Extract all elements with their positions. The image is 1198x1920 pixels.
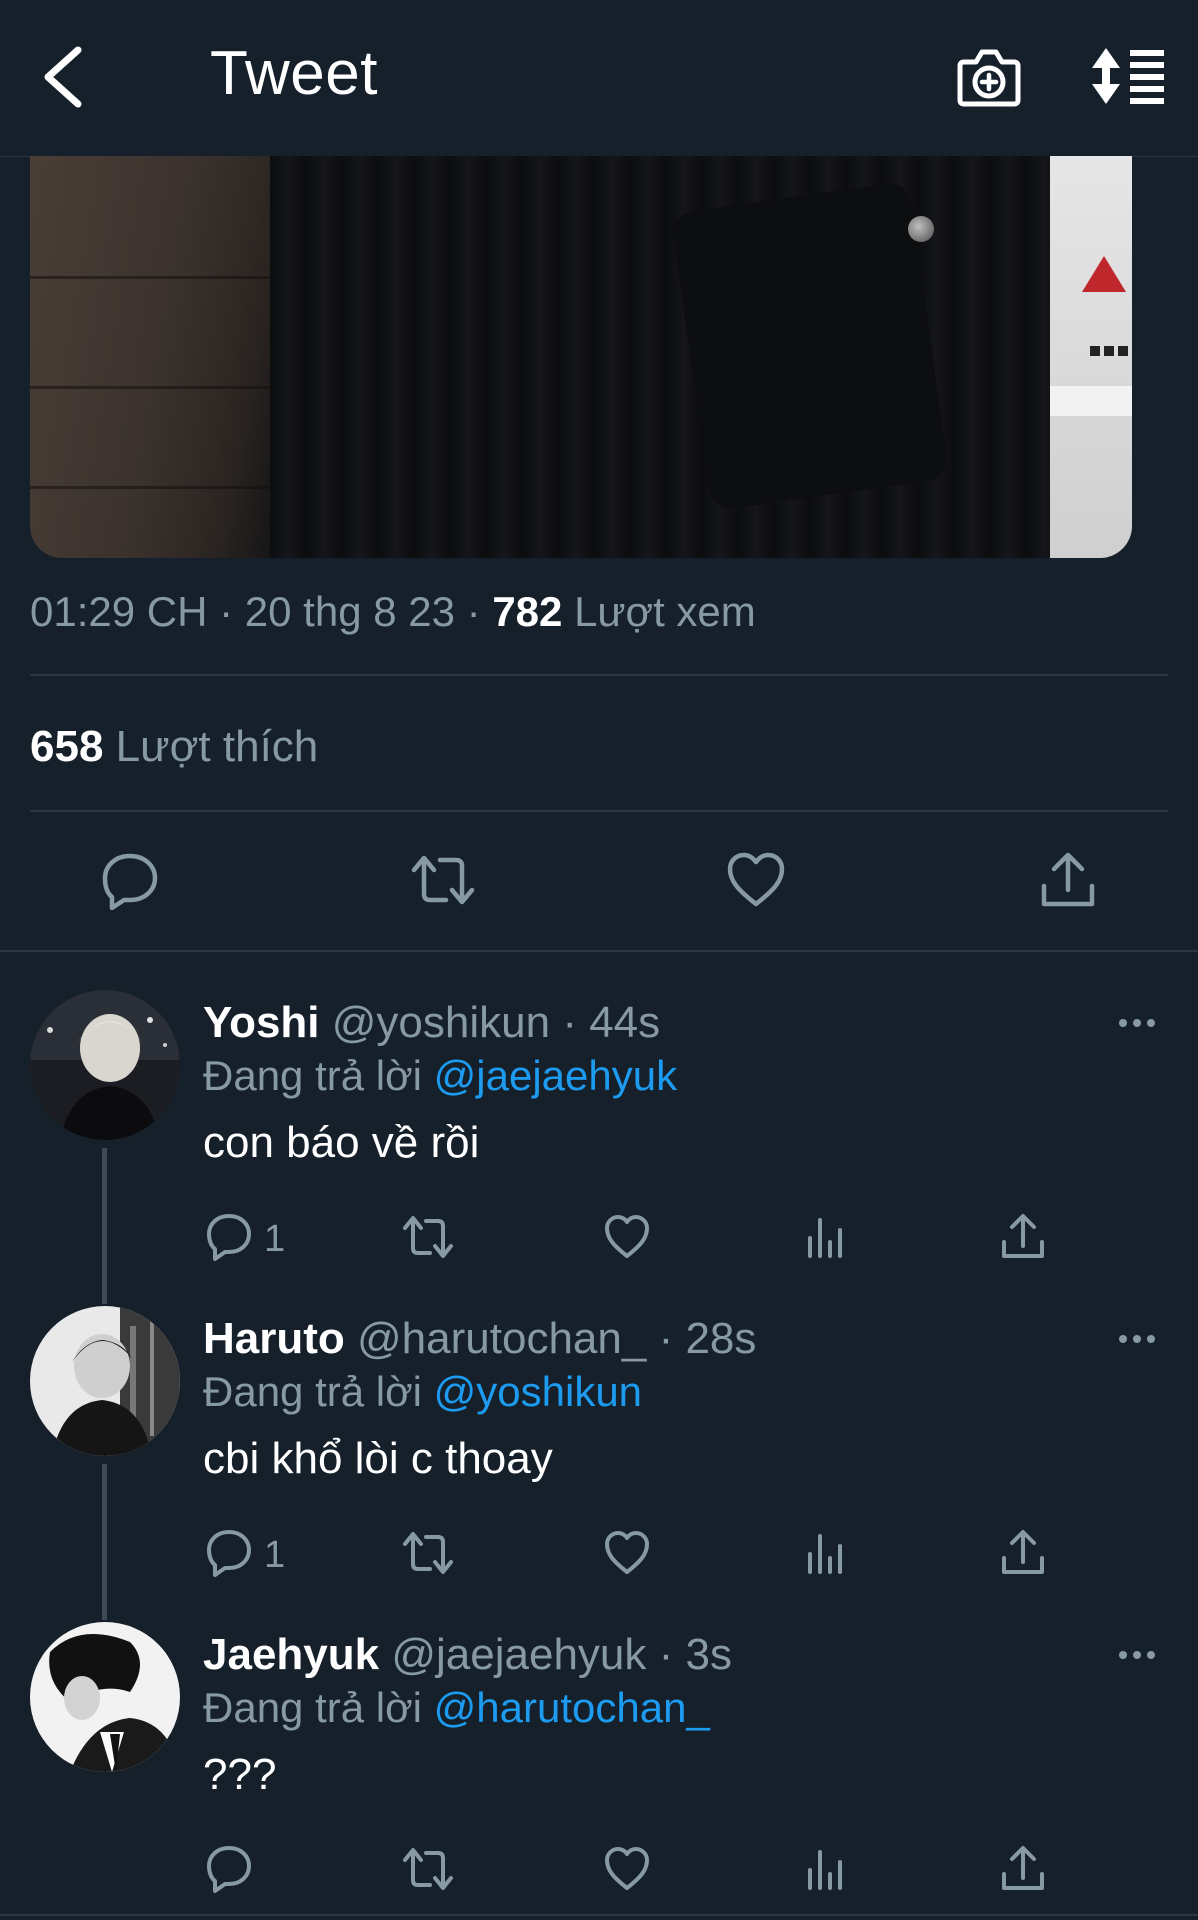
replying-to: Đang trả lời @jaejaehyuk: [203, 1052, 678, 1099]
display-name[interactable]: Yoshi: [203, 998, 320, 1047]
avatar[interactable]: [30, 1306, 180, 1456]
mention-link[interactable]: @yoshikun: [434, 1368, 642, 1415]
reply-time: · 44s: [562, 998, 661, 1047]
reply-icon[interactable]: [206, 1844, 252, 1894]
likes-stat[interactable]: 658 Lượt thích: [30, 722, 318, 772]
views-count: 782: [492, 588, 563, 635]
heart-icon[interactable]: [604, 1528, 650, 1578]
tweet-time: 01:29 CH: [30, 588, 208, 635]
heart-icon[interactable]: [604, 1212, 650, 1262]
retweet-icon[interactable]: [402, 1528, 454, 1578]
reply-action-bar: 1: [0, 1528, 1198, 1578]
reply-header: Yoshi @yoshikun · 44s: [203, 998, 660, 1048]
handle[interactable]: @yoshikun: [332, 998, 550, 1047]
reply-text: cbi khổ lòi c thoay: [203, 1434, 553, 1483]
reply-icon[interactable]: [206, 1212, 252, 1262]
mention-link[interactable]: @jaejaehyuk: [434, 1052, 677, 1099]
handle[interactable]: @harutochan_: [357, 1314, 646, 1363]
reply-item[interactable]: Jaehyuk @jaejaehyuk · 3s Đang trả lời @h…: [0, 1622, 1198, 1920]
camera-plus-icon[interactable]: [956, 44, 1022, 110]
analytics-icon[interactable]: [806, 1528, 846, 1578]
reply-header: Jaehyuk @jaejaehyuk · 3s: [203, 1630, 732, 1680]
reply-text: con báo về rồi: [203, 1118, 480, 1167]
more-icon[interactable]: [1118, 1332, 1156, 1346]
back-icon[interactable]: [40, 42, 90, 112]
share-icon[interactable]: [1000, 1844, 1046, 1894]
sort-icon[interactable]: [1090, 46, 1166, 106]
share-icon[interactable]: [1000, 1528, 1046, 1578]
tweet-action-bar: [0, 850, 1198, 910]
reply-icon[interactable]: [206, 1528, 252, 1578]
tweet-date: 20 thg 8 23: [244, 588, 455, 635]
reply-text: ???: [203, 1750, 277, 1799]
heart-icon[interactable]: [604, 1844, 650, 1894]
handle[interactable]: @jaejaehyuk: [391, 1630, 646, 1679]
display-name[interactable]: Haruto: [203, 1314, 345, 1363]
divider: [0, 950, 1198, 952]
heart-icon[interactable]: [726, 850, 786, 910]
analytics-icon[interactable]: [806, 1844, 846, 1894]
reply-time: · 28s: [658, 1314, 757, 1363]
avatar[interactable]: [30, 990, 180, 1140]
share-icon[interactable]: [1000, 1212, 1046, 1262]
page-title: Tweet: [210, 39, 378, 108]
share-icon[interactable]: [1038, 850, 1098, 910]
retweet-icon[interactable]: [402, 1844, 454, 1894]
retweet-icon[interactable]: [410, 850, 476, 910]
replying-to: Đang trả lời @yoshikun: [203, 1368, 643, 1415]
likes-label: Lượt thích: [115, 722, 319, 771]
avatar[interactable]: [30, 1622, 180, 1772]
divider: [30, 674, 1168, 676]
replying-to: Đang trả lời @harutochan_: [203, 1684, 710, 1731]
more-icon[interactable]: [1118, 1648, 1156, 1662]
likes-count: 658: [30, 722, 104, 771]
reply-item[interactable]: Haruto @harutochan_ · 28s Đang trả lời @…: [0, 1306, 1198, 1620]
analytics-icon[interactable]: [806, 1212, 846, 1262]
divider: [0, 1914, 1198, 1916]
display-name[interactable]: Jaehyuk: [203, 1630, 379, 1679]
reply-item[interactable]: Yoshi @yoshikun · 44s Đang trả lời @jaej…: [0, 990, 1198, 1304]
views-label: Lượt xem: [574, 588, 756, 635]
retweet-icon[interactable]: [402, 1212, 454, 1262]
more-icon[interactable]: [1118, 1016, 1156, 1030]
reply-count: 1: [264, 1534, 286, 1576]
divider: [30, 810, 1168, 812]
reply-action-bar: [0, 1844, 1198, 1894]
reply-count: 1: [264, 1218, 286, 1260]
tweet-photo[interactable]: [30, 156, 1132, 558]
reply-header: Haruto @harutochan_ · 28s: [203, 1314, 756, 1364]
tweet-meta: 01:29 CH · 20 thg 8 23 · 782 Lượt xem: [30, 588, 756, 635]
reply-time: · 3s: [658, 1630, 732, 1679]
mention-link[interactable]: @harutochan_: [434, 1684, 710, 1731]
top-bar: Tweet: [0, 0, 1198, 157]
reply-action-bar: 1: [0, 1212, 1198, 1262]
reply-icon[interactable]: [100, 850, 160, 910]
